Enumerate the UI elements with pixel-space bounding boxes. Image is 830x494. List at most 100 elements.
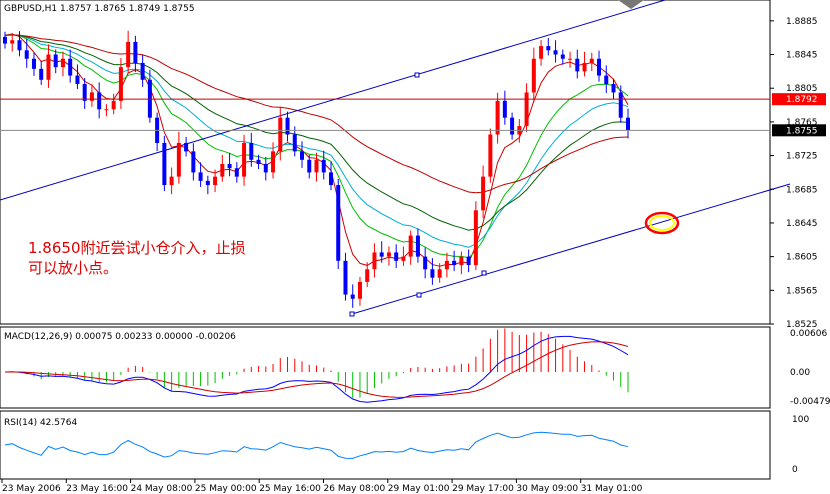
time-tick-label: 26 May 08:00 (324, 484, 386, 494)
candle-body (546, 46, 551, 51)
candle-body (488, 134, 493, 177)
time-tick-label: 29 May 01:00 (388, 484, 450, 494)
candle-body (524, 92, 529, 127)
price-tag-label: 1.8792 (786, 95, 818, 105)
candle-body (582, 62, 587, 72)
candle-body (68, 58, 73, 76)
candle-body (162, 142, 167, 186)
price-tick-label: 1.8565 (786, 286, 818, 296)
symbol-title: GBPUSD,H1 1.8757 1.8765 1.8749 1.8755 (4, 4, 195, 14)
candle-body (31, 58, 36, 69)
rsi-title: RSI(14) 42.5764 (4, 418, 77, 428)
candle-body (285, 117, 290, 135)
time-tick-label: 23 May 16:00 (66, 484, 128, 494)
candle-body (46, 54, 51, 80)
candle-body (169, 176, 174, 186)
candle-body (321, 159, 326, 173)
annotation-line1: 1.8650附近尝试小仓介入，止损 (28, 239, 246, 257)
price-tag-label: 1.8755 (786, 126, 818, 136)
candle-body (531, 58, 536, 93)
candle-body (589, 58, 594, 63)
candle-body (452, 260, 457, 266)
candle-body (3, 36, 7, 44)
time-tick-label: 23 May 2006 (2, 484, 61, 494)
candle-body (17, 40, 22, 51)
candle-body (408, 235, 413, 257)
candle-body (39, 68, 44, 80)
candle-body (97, 92, 102, 110)
channel-anchor (416, 292, 422, 298)
candle-body (75, 75, 80, 84)
candle-body (466, 256, 471, 266)
candle-body (82, 84, 87, 101)
price-tick-label: 1.8845 (786, 51, 818, 61)
candle-body (176, 142, 181, 177)
candle-body (394, 252, 399, 261)
candle-body (415, 235, 420, 257)
channel-anchor (349, 311, 355, 317)
candle-body (205, 180, 210, 186)
candle-body (213, 176, 218, 186)
candle-body (372, 252, 377, 270)
candle-body (401, 256, 406, 261)
time-tick-label: 25 May 16:00 (259, 484, 321, 494)
candle-body (626, 117, 630, 131)
time-tick-label: 29 May 17:00 (452, 484, 514, 494)
rsi-tick-label: 100 (792, 415, 809, 425)
macd-tick-label: -0.00479 (790, 397, 830, 407)
macd-tick-label: 0.00 (790, 368, 810, 378)
candle-body (560, 54, 565, 59)
chart-canvas[interactable]: GBPUSD,H1 1.8757 1.8765 1.8749 1.8755 1.… (0, 0, 830, 494)
candle-body (423, 256, 428, 270)
candle-body (618, 92, 623, 118)
candle-body (278, 117, 283, 152)
price-tick-label: 1.8645 (786, 219, 818, 229)
candle-body (314, 159, 319, 173)
candle-body (249, 142, 254, 160)
candle-body (292, 134, 297, 152)
candle-body (604, 75, 609, 84)
price-tick-label: 1.8885 (786, 17, 818, 27)
macd-tick-label: 0.00606 (790, 329, 827, 339)
candle-body (328, 172, 333, 186)
candle-body (198, 172, 203, 181)
candle-body (53, 54, 58, 68)
price-tick-label: 1.8605 (786, 253, 818, 263)
candle-body (126, 41, 131, 68)
macd-title: MACD(12,26,9) 0.00075 0.00233 0.00000 -0… (4, 332, 236, 342)
candle-body (459, 256, 464, 266)
candle-body (220, 164, 225, 177)
chart-window: GBPUSD,H1 1.8757 1.8765 1.8749 1.8755 1.… (0, 0, 830, 494)
candle-body (575, 58, 580, 72)
time-tick-label: 30 May 09:00 (516, 484, 578, 494)
candle-body (444, 260, 449, 270)
candle-body (481, 176, 486, 211)
candle-body (234, 168, 239, 177)
candle-body (510, 117, 515, 135)
price-tick-label: 1.8685 (786, 185, 818, 195)
candle-body (60, 58, 65, 68)
candle-body (300, 151, 305, 160)
price-tick-label: 1.8725 (786, 152, 818, 162)
price-tick-label: 1.8805 (786, 84, 818, 94)
candle-body (184, 142, 189, 152)
time-axis: 23 May 2006 23 May 16:00 24 May 08:00 25 Ma… (1, 479, 643, 494)
candle-body (256, 159, 261, 164)
candle-body (502, 100, 507, 118)
candle-body (365, 269, 370, 282)
candle-body (118, 67, 123, 101)
candle-body (568, 58, 573, 60)
candle-body (473, 210, 478, 266)
candle-body (104, 109, 109, 111)
candle-body (263, 164, 268, 173)
time-tick-label: 31 May 01:00 (581, 484, 643, 494)
candle-body (336, 185, 341, 261)
candle-body (386, 252, 391, 257)
candle-body (133, 41, 138, 63)
candle-body (495, 100, 500, 135)
candle-body (111, 100, 116, 110)
candle-body (357, 281, 362, 299)
candle-body (611, 84, 616, 93)
time-tick-label: 25 May 00:00 (195, 484, 257, 494)
price-axis: 1.88851.88451.88051.87651.87251.86851.86… (770, 17, 826, 330)
